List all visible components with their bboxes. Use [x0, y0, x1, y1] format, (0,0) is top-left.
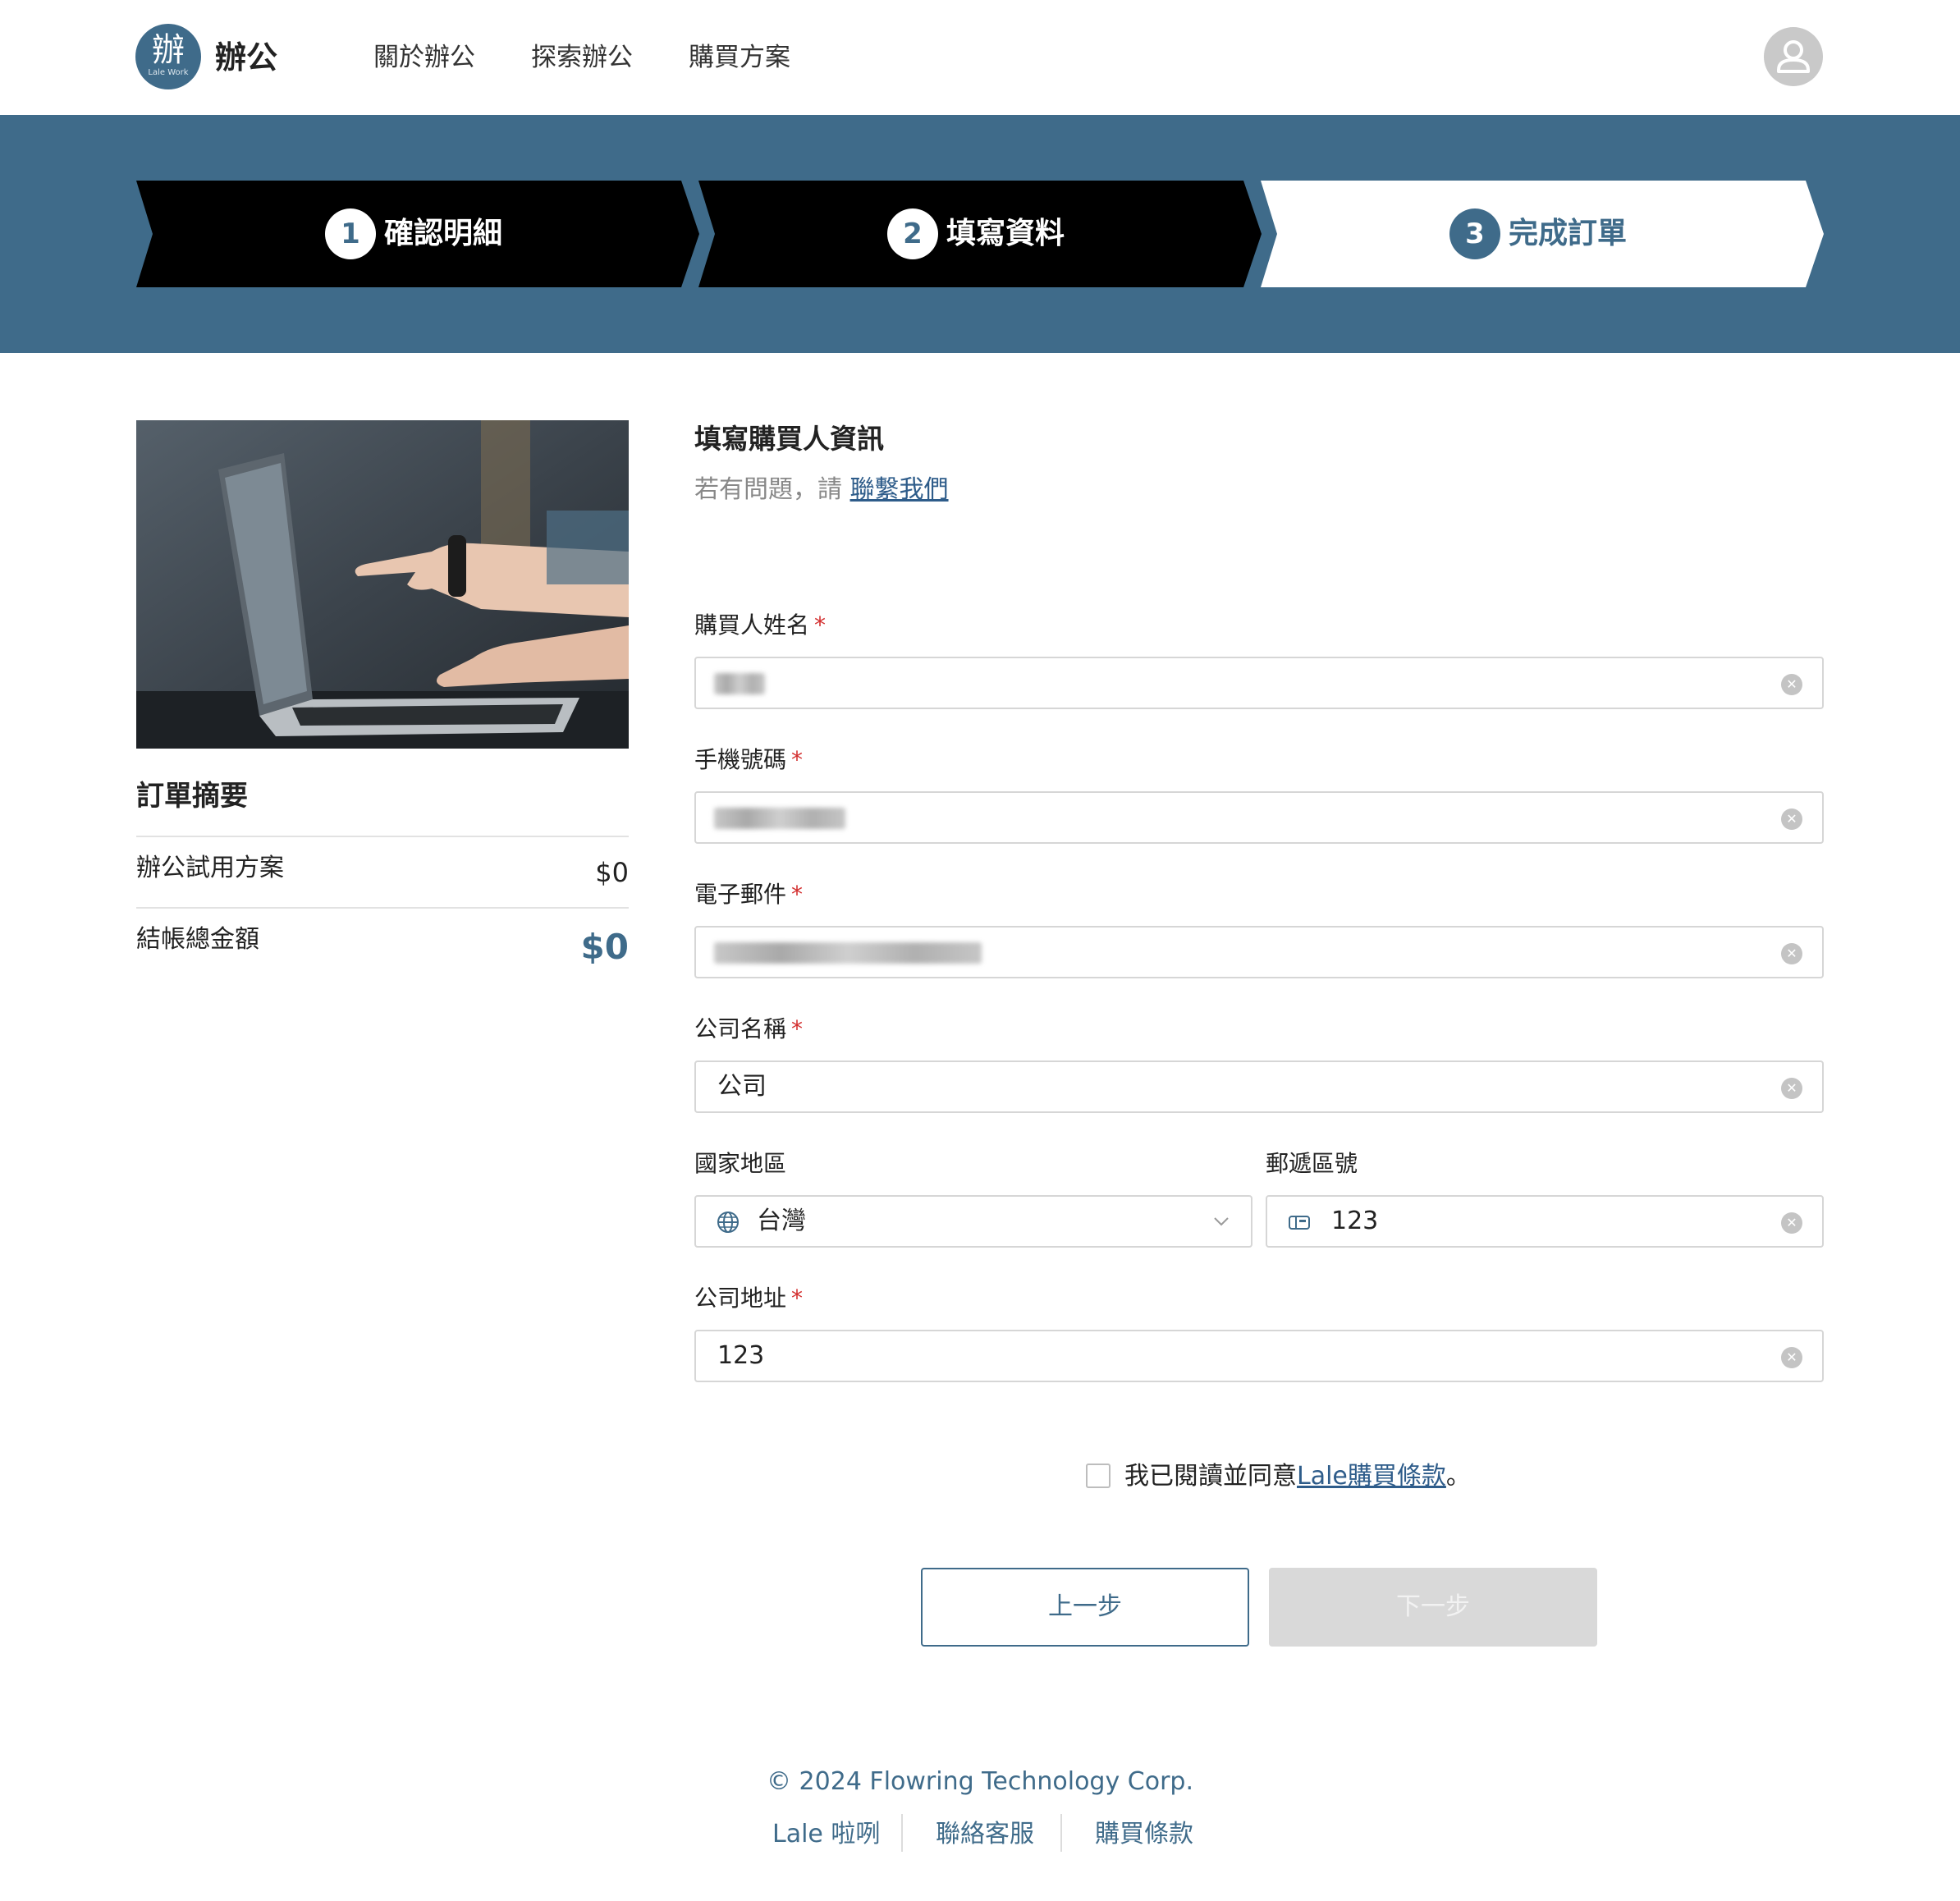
previous-step-button[interactable]: 上一步 [921, 1568, 1249, 1647]
checkout-stepper: 1 確認明細 2 填寫資料 3 完成訂單 [0, 115, 1960, 353]
next-step-button[interactable]: 下一步 [1269, 1568, 1597, 1647]
summary-total-label: 結帳總金額 [136, 925, 259, 954]
terms-suffix: 。 [1445, 1462, 1471, 1491]
company-label: 公司名稱 * [694, 1015, 804, 1042]
company-value: 公司 [717, 1072, 767, 1101]
laptop-photo-illustration [136, 420, 629, 749]
email-label: 電子郵件 * [694, 881, 804, 908]
terms-prefix: 我已閱讀並同意 [1124, 1462, 1297, 1491]
summary-plan-price: $0 [595, 857, 629, 888]
step-1-number: 1 [325, 208, 376, 259]
brand-logo[interactable]: 辦 Lale Work [135, 24, 201, 89]
address-value: 123 [717, 1341, 765, 1370]
user-icon [1777, 40, 1810, 73]
chevron-down-icon [1214, 1217, 1229, 1226]
top-header: 辦 Lale Work 辦公 關於辦公 探索辦公 購買方案 [0, 0, 1960, 115]
brand-name[interactable]: 辦公 [215, 34, 277, 80]
logo-subtext: Lale Work [148, 68, 189, 77]
form-subtitle: 若有問題，請 聯繫我們 [694, 471, 949, 509]
step-3-number: 3 [1449, 208, 1500, 259]
copyright-text: © 2024 Flowring Technology Corp. [767, 1767, 1193, 1796]
summary-divider-middle [136, 907, 629, 909]
footer-divider [901, 1814, 903, 1852]
postal-label: 郵遞區號 [1266, 1150, 1358, 1177]
step-2-number: 2 [887, 208, 938, 259]
summary-plan-label: 辦公試用方案 [136, 854, 284, 882]
step-confirm-details: 1 確認明細 [136, 181, 703, 287]
close-circle-icon[interactable]: ✕ [1781, 1347, 1802, 1368]
phone-label: 手機號碼 * [694, 746, 804, 773]
address-label: 公司地址 * [694, 1285, 804, 1312]
close-circle-icon[interactable]: ✕ [1781, 808, 1802, 830]
footer-link-terms[interactable]: 購買條款 [1095, 1816, 1193, 1853]
postal-value: 123 [1331, 1207, 1379, 1235]
country-select[interactable]: 台灣 [694, 1195, 1252, 1248]
product-photo [136, 420, 629, 749]
redacted-value [714, 808, 845, 829]
summary-total-price: $0 [580, 927, 629, 967]
terms-checkbox[interactable] [1086, 1464, 1111, 1488]
footer-link-lale[interactable]: Lale 啦咧 [772, 1816, 880, 1853]
summary-divider-top [136, 836, 629, 837]
postal-input[interactable]: 123 ✕ [1266, 1195, 1824, 1248]
company-input[interactable]: 公司 ✕ [694, 1060, 1824, 1113]
step-fill-info: 2 填寫資料 [698, 181, 1265, 287]
contact-us-link[interactable]: 聯繫我們 [850, 475, 949, 504]
step-2-label: 填寫資料 [946, 217, 1065, 250]
terms-agreement: 我已閱讀並同意Lale購買條款。 [1124, 1458, 1471, 1496]
close-circle-icon[interactable]: ✕ [1781, 674, 1802, 695]
footer-divider [1060, 1814, 1062, 1852]
step-1-label: 確認明細 [384, 217, 503, 250]
form-subtitle-text: 若有問題，請 [694, 475, 842, 504]
step-3-label: 完成訂單 [1509, 217, 1628, 250]
nav-item-explore[interactable]: 探索辦公 [531, 38, 633, 77]
step-complete-order: 3 完成訂單 [1261, 181, 1827, 287]
logo-glyph: 辦 [152, 31, 185, 69]
country-value: 台灣 [757, 1207, 806, 1235]
globe-icon [717, 1212, 739, 1233]
email-input[interactable]: ✕ [694, 926, 1824, 978]
redacted-value [714, 942, 982, 964]
address-input[interactable]: 123 ✕ [694, 1330, 1824, 1382]
form-title: 填寫購買人資訊 [694, 423, 884, 455]
footer-link-support[interactable]: 聯絡客服 [936, 1816, 1034, 1853]
user-avatar[interactable] [1764, 27, 1823, 86]
buyer-name-input[interactable]: ✕ [694, 657, 1824, 709]
nav-item-pricing[interactable]: 購買方案 [689, 38, 790, 77]
close-circle-icon[interactable]: ✕ [1781, 1078, 1802, 1099]
close-circle-icon[interactable]: ✕ [1781, 1212, 1802, 1234]
close-circle-icon[interactable]: ✕ [1781, 943, 1802, 964]
country-label: 國家地區 [694, 1150, 787, 1177]
buyer-name-label: 購買人姓名 * [694, 612, 827, 639]
phone-input[interactable]: ✕ [694, 791, 1824, 844]
redacted-value [714, 673, 765, 694]
order-summary-title: 訂單摘要 [136, 780, 248, 813]
nav-item-about[interactable]: 關於辦公 [373, 38, 475, 77]
mailbox-icon [1289, 1216, 1310, 1230]
purchase-terms-link[interactable]: Lale購買條款 [1297, 1462, 1446, 1491]
